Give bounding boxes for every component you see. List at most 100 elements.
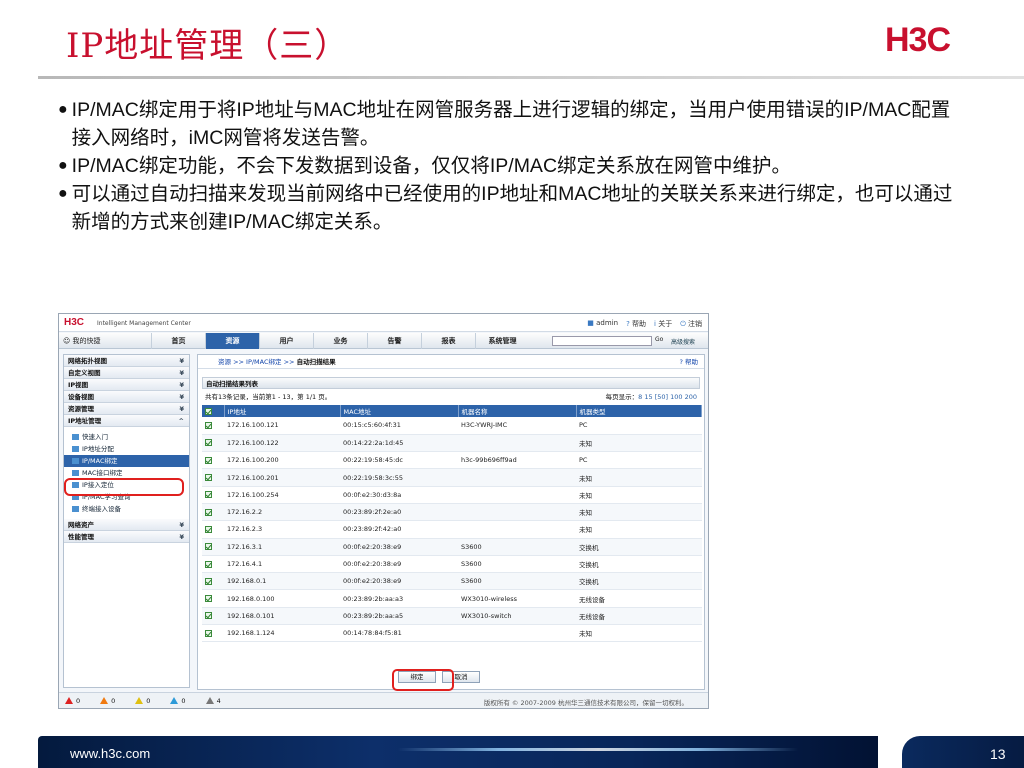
table-row[interactable]: 172.16.2.3 00:23:89:2f:42:a0 未知	[202, 520, 702, 539]
table-cell: 未知	[576, 486, 702, 504]
chevron-down-icon: ¥	[179, 357, 184, 365]
tab-reports[interactable]: 报表	[421, 333, 475, 349]
table-cell: 00:22:19:58:45:dc	[340, 451, 458, 470]
svg-text:H3C: H3C	[885, 22, 950, 56]
copyright: 版权所有 © 2007-2009 杭州华三通信技术有限公司，保留一切权利。	[483, 699, 688, 707]
chevron-down-icon: ¥	[179, 393, 184, 401]
table-cell: 192.168.1.124	[224, 624, 340, 643]
table-cell: S3600	[458, 555, 576, 574]
help-link[interactable]: ? 帮助	[626, 319, 646, 329]
sidebar-section[interactable]: 性能管理 ¥	[64, 531, 189, 543]
table-cell: S3600	[458, 538, 576, 556]
row-checkbox[interactable]	[202, 624, 224, 643]
row-checkbox[interactable]	[202, 417, 224, 435]
app-logo: H3C	[64, 317, 85, 328]
nav-bar: ☺ 我的快捷 首页 资源 用户 业务 告警 报表 系统管理 Go 高级搜索	[59, 333, 708, 349]
footer-url: www.h3c.com	[70, 746, 151, 761]
row-checkbox[interactable]	[202, 589, 224, 608]
table-cell: 172.16.100.122	[224, 434, 340, 453]
alarm-count[interactable]: 0	[135, 697, 150, 705]
table-cell: 未知	[576, 503, 702, 522]
table-cell: 172.16.2.2	[224, 503, 340, 522]
search-input[interactable]	[552, 336, 652, 346]
sidebar-item-ip-allocation[interactable]: IP地址分配	[64, 443, 189, 455]
breadcrumb-current: 自动扫描结果	[296, 358, 336, 366]
sidebar-item-terminal-access[interactable]: 终端接入设备	[64, 503, 189, 515]
info-icon: i	[654, 320, 656, 328]
table-row[interactable]: 172.16.100.200 00:22:19:58:45:dc h3c-99b69…	[202, 451, 702, 470]
row-checkbox[interactable]	[202, 572, 224, 591]
table-row[interactable]: 192.168.0.100 00:23:89:2b:aa:a3 WX3010-wir…	[202, 589, 702, 608]
row-checkbox[interactable]	[202, 434, 224, 453]
alarm-count[interactable]: 0	[170, 697, 186, 705]
table-row[interactable]: 172.16.100.254 00:0f:e2:30:d3:8a 未知	[202, 486, 702, 504]
sidebar-section[interactable]: 网络资产 ¥	[64, 519, 189, 531]
logout-link[interactable]: ⏻ 注销	[680, 319, 702, 329]
row-checkbox[interactable]	[202, 468, 224, 487]
alarm-count[interactable]: 0	[100, 697, 115, 705]
scan-result-table: IP地址 MAC地址 机器名称 机器类型 172.16.100.121 00:15…	[202, 405, 702, 643]
row-checkbox[interactable]	[202, 520, 224, 539]
table-row[interactable]: 172.16.100.121 00:15:c5:60:4f:31 H3C-YWRJ-…	[202, 417, 702, 435]
about-link[interactable]: i 关于	[654, 319, 672, 329]
row-checkbox[interactable]	[202, 538, 224, 556]
advanced-search-link[interactable]: 高级搜索	[671, 337, 695, 346]
table-cell: 00:23:89:2f:2e:a0	[340, 503, 458, 522]
main-tabs: 首页 资源 用户 业务 告警 报表 系统管理	[151, 333, 529, 349]
sidebar-item-ipmac-binding[interactable]: IP/MAC绑定	[64, 455, 189, 467]
title-divider	[38, 76, 1024, 79]
sidebar-section-ip[interactable]: IP地址管理 ^	[64, 415, 189, 427]
table-row[interactable]: 192.168.1.124 00:14:78:84:f5:81 未知	[202, 624, 702, 643]
sidebar-section[interactable]: 设备视图 ¥	[64, 391, 189, 403]
row-checkbox[interactable]	[202, 451, 224, 470]
chevron-down-icon: ¥	[179, 381, 184, 389]
sidebar-item-quickstart[interactable]: 快速入门	[64, 431, 189, 443]
table-row[interactable]: 172.16.100.122 00:14:22:2a:1d:45 未知	[202, 434, 702, 453]
table-cell: 00:23:89:2b:aa:a5	[340, 607, 458, 626]
sidebar-section[interactable]: IP视图 ¥	[64, 379, 189, 391]
breadcrumb-root[interactable]: 资源	[218, 358, 231, 366]
alarm-count[interactable]: 4	[205, 697, 221, 705]
breadcrumb-mid[interactable]: IP/MAC绑定	[246, 358, 282, 366]
page-size-options[interactable]: 8 15 [50] 100 200	[638, 393, 697, 401]
binding-icon	[72, 458, 79, 464]
ip-allocation-icon	[72, 446, 79, 452]
column-header[interactable]: 机器类型	[576, 405, 702, 417]
table-cell: 无线设备	[576, 589, 702, 608]
column-header[interactable]: IP地址	[224, 405, 341, 417]
column-header[interactable]: 机器名称	[458, 405, 577, 417]
chevron-down-icon: ¥	[179, 405, 184, 413]
footer-bar	[38, 736, 878, 768]
table-row[interactable]: 172.16.3.1 00:0f:e2:20:38:e9 S3600 交换机	[202, 538, 702, 556]
user-icon: ■	[587, 319, 594, 327]
sidebar-section[interactable]: 资源管理 ¥	[64, 403, 189, 415]
row-checkbox[interactable]	[202, 555, 224, 574]
row-checkbox[interactable]	[202, 486, 224, 504]
port-binding-icon	[72, 470, 79, 476]
select-all-checkbox[interactable]	[202, 405, 225, 417]
main-content: 资源 >> IP/MAC绑定 >> 自动扫描结果 ? 帮助 自动扫描结果列表 共…	[197, 354, 705, 690]
tab-users[interactable]: 用户	[259, 333, 313, 349]
sidebar-section[interactable]: 自定义视图 ¥	[64, 367, 189, 379]
tab-services[interactable]: 业务	[313, 333, 367, 349]
table-row[interactable]: 192.168.0.1 00:0f:e2:20:38:e9 S3600 交换机	[202, 572, 702, 591]
alarm-icon	[100, 697, 109, 704]
table-cell: H3C-YWRJ-IMC	[458, 417, 576, 435]
favorites-link[interactable]: ☺ 我的快捷	[63, 336, 101, 346]
row-checkbox[interactable]	[202, 607, 224, 626]
row-checkbox[interactable]	[202, 503, 224, 522]
column-header[interactable]: MAC地址	[340, 405, 459, 417]
page-number: 13	[990, 746, 1006, 762]
table-row[interactable]: 172.16.4.1 00:0f:e2:20:38:e9 S3600 交换机	[202, 555, 702, 574]
tab-resources[interactable]: 资源	[205, 333, 259, 349]
sidebar-section[interactable]: 网络拓扑视图 ¥	[64, 355, 189, 367]
tab-home[interactable]: 首页	[151, 333, 205, 349]
table-row[interactable]: 192.168.0.101 00:23:89:2b:aa:a5 WX3010-swi…	[202, 607, 702, 626]
table-row[interactable]: 172.16.2.2 00:23:89:2f:2e:a0 未知	[202, 503, 702, 522]
tab-system[interactable]: 系统管理	[475, 333, 529, 349]
help-link[interactable]: ? 帮助	[679, 355, 698, 369]
table-row[interactable]: 172.16.100.201 00:22:19:58:3c:55 未知	[202, 468, 702, 487]
search-go-button[interactable]: Go	[655, 336, 663, 343]
alarm-count[interactable]: 0	[65, 697, 80, 705]
tab-alarms[interactable]: 告警	[367, 333, 421, 349]
